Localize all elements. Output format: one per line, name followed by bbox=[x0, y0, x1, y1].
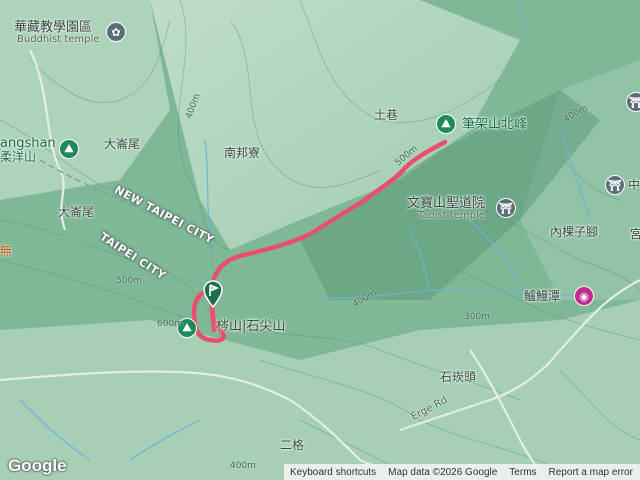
map-attribution-bar: Keyboard shortcuts Map data ©2026 Google… bbox=[284, 464, 640, 480]
temple-icon-right-top[interactable]: ⛩ bbox=[626, 92, 640, 112]
google-logo: Google bbox=[8, 456, 67, 475]
camera-icon[interactable]: ◉ bbox=[574, 286, 594, 306]
place-label-dasongwei-2[interactable]: 大崙尾 bbox=[58, 206, 94, 218]
elevation-label: 300m bbox=[464, 312, 490, 322]
place-label-tuxiang[interactable]: 土巷 bbox=[374, 109, 398, 121]
map-canvas[interactable] bbox=[0, 0, 640, 480]
place-label-bijiashan-north[interactable]: 筆架山北峰 bbox=[462, 118, 527, 131]
place-label-wenbaoshan[interactable]: 文寶山聖道院 bbox=[407, 197, 485, 210]
elevation-label: 400m bbox=[230, 461, 256, 471]
place-label-dasongwei-1[interactable]: 大崙尾 bbox=[104, 138, 140, 150]
place-label-buddhist-temple[interactable]: 華藏教學園區 bbox=[14, 21, 92, 34]
place-label-right-edge-1[interactable]: 中 bbox=[628, 179, 640, 191]
place-label-neikezijiao[interactable]: 內棵子腳 bbox=[550, 226, 598, 238]
place-label-right-edge-2[interactable]: 宮 bbox=[630, 228, 640, 240]
elevation-label: 600m bbox=[157, 319, 183, 329]
place-label-erge[interactable]: 二格 bbox=[280, 439, 304, 451]
place-label-shijianshan[interactable]: 梣山|石尖山 bbox=[216, 320, 285, 333]
elevation-label: 500m bbox=[116, 276, 142, 286]
place-sublabel-taoist-temple: Taoist temple bbox=[418, 210, 485, 221]
place-label-bohai-caotang[interactable]: 無 bbox=[0, 245, 12, 257]
flag-icon[interactable] bbox=[202, 280, 224, 308]
map-data-text: Map data ©2026 Google bbox=[388, 466, 498, 478]
report-map-error-link[interactable]: Report a map error bbox=[543, 467, 639, 478]
place-label-nanbangliao[interactable]: 南邦寮 bbox=[224, 147, 260, 159]
place-label-angshan[interactable]: angshan bbox=[0, 137, 56, 150]
terms-link[interactable]: Terms bbox=[503, 467, 542, 478]
keyboard-shortcuts-link[interactable]: Keyboard shortcuts bbox=[284, 467, 382, 478]
place-label-luman-tan[interactable]: 鱸鰻潭 bbox=[524, 290, 560, 302]
mountain-peak-icon-angshan[interactable]: ⛰ bbox=[59, 139, 79, 159]
place-sublabel-buddhist-temple: Buddhist temple bbox=[17, 34, 100, 45]
place-label-shitantou[interactable]: 石崁頭 bbox=[440, 371, 476, 383]
temple-icon-right[interactable]: ⛩ bbox=[605, 175, 625, 195]
place-label-angshan-zh: 柔洋山 bbox=[0, 150, 37, 164]
mountain-peak-icon-bijiashan[interactable]: ⛰ bbox=[436, 114, 456, 134]
buddhist-temple-icon[interactable]: ✿ bbox=[106, 22, 126, 42]
temple-icon-wenbaoshan[interactable]: ⛩ bbox=[496, 198, 516, 218]
